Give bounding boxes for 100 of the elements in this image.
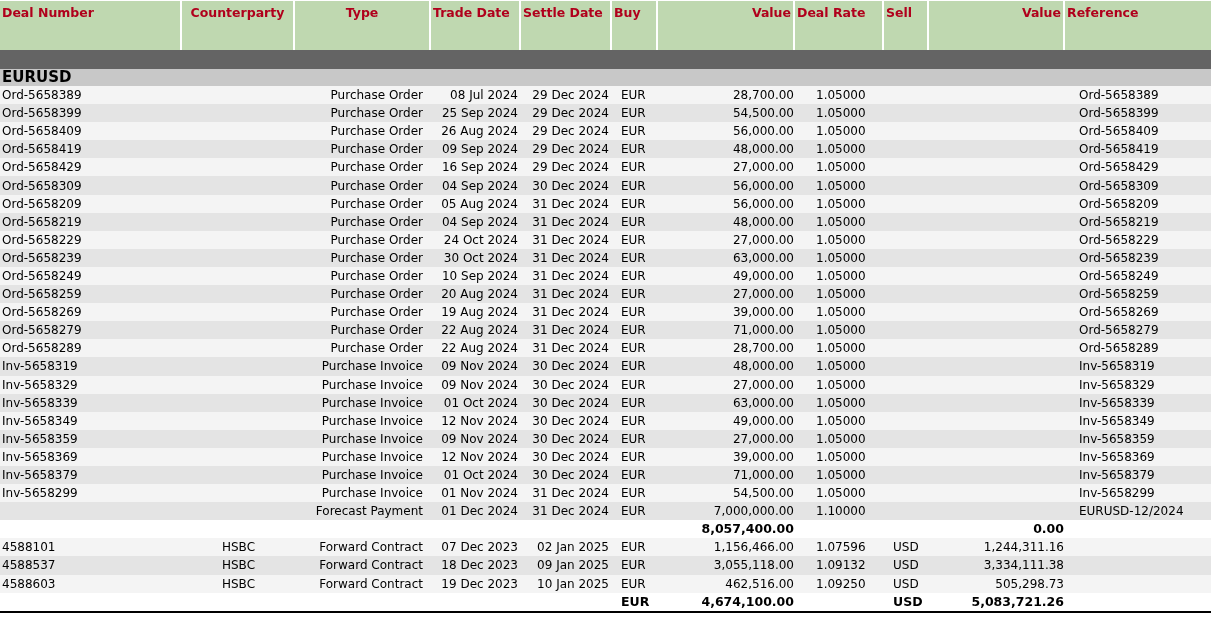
table-cell: 29 Dec 2024 bbox=[532, 160, 609, 175]
table-cell: 10 Jan 2025 bbox=[537, 576, 609, 591]
table-cell: 1.05000 bbox=[816, 323, 866, 338]
table-cell: Purchase Invoice bbox=[321, 359, 423, 374]
table-cell: 07 Dec 2023 bbox=[441, 540, 518, 555]
table-cell: Ord-5658289 bbox=[1079, 341, 1159, 356]
table-cell: Ord-5658419 bbox=[1079, 142, 1159, 157]
column-header: Counterparty bbox=[182, 0, 295, 50]
table-cell: EUR bbox=[621, 269, 646, 283]
table-cell: 3,055,118.00 bbox=[713, 558, 794, 573]
table-cell: 1.05000 bbox=[816, 287, 866, 302]
table-cell: 26 Aug 2024 bbox=[441, 124, 518, 139]
table-cell: Purchase Order bbox=[330, 214, 423, 229]
table-cell: 54,500.00 bbox=[732, 106, 794, 121]
table-cell: 39,000.00 bbox=[732, 305, 794, 320]
table-cell: 1.07596 bbox=[816, 540, 866, 555]
table-cell: Inv-5658319 bbox=[1079, 359, 1155, 374]
table-cell: 31 Dec 2024 bbox=[532, 250, 609, 265]
table-cell: Inv-5658299 bbox=[1079, 486, 1155, 501]
table-cell: 1.05000 bbox=[816, 124, 866, 139]
table-cell: Inv-5658319 bbox=[2, 359, 78, 374]
column-header: Trade Date bbox=[431, 0, 521, 50]
table-cell: EUR bbox=[621, 468, 646, 482]
table-cell: 31 Dec 2024 bbox=[532, 486, 609, 501]
table-cell: Inv-5658369 bbox=[1079, 449, 1155, 464]
table-cell: Ord-5658229 bbox=[2, 232, 82, 247]
table-cell: Purchase Order bbox=[330, 178, 423, 193]
table-cell: 31 Dec 2024 bbox=[532, 323, 609, 338]
table-cell: Purchase Invoice bbox=[321, 413, 423, 428]
table-cell: EUR bbox=[621, 196, 646, 211]
table-cell: EUR bbox=[621, 359, 646, 374]
table-cell: 22 Aug 2024 bbox=[441, 323, 518, 338]
table-cell: Ord-5658269 bbox=[1079, 305, 1159, 320]
table-cell: 1.05000 bbox=[816, 431, 866, 446]
table-cell: Purchase Order bbox=[330, 160, 423, 175]
table-cell: Inv-5658339 bbox=[2, 395, 78, 410]
table-cell: 1.05000 bbox=[816, 449, 866, 464]
table-cell: 25 Sep 2024 bbox=[441, 106, 518, 121]
table-cell: 48,000.00 bbox=[732, 214, 794, 229]
table-cell: 30 Dec 2024 bbox=[532, 449, 609, 464]
table-cell: Purchase Order bbox=[330, 88, 423, 103]
total-value: 5,083,721.26 bbox=[971, 593, 1064, 609]
table-cell: Ord-5658219 bbox=[1079, 214, 1159, 229]
table-cell: 30 Dec 2024 bbox=[532, 395, 609, 410]
column-header: Sell bbox=[884, 0, 929, 50]
table-cell: 1.05000 bbox=[816, 88, 866, 103]
table-cell: 1.05000 bbox=[816, 269, 866, 283]
table-cell: Purchase Order bbox=[330, 106, 423, 121]
table-cell: 30 Dec 2024 bbox=[532, 178, 609, 193]
table-cell: 48,000.00 bbox=[732, 142, 794, 157]
table-cell: 30 Dec 2024 bbox=[532, 413, 609, 428]
table-cell: 04 Sep 2024 bbox=[441, 178, 518, 193]
table-cell: EUR bbox=[621, 232, 646, 247]
table-cell: EUR bbox=[621, 413, 646, 428]
table-cell: 1.09250 bbox=[816, 576, 866, 591]
table-cell: EUR bbox=[621, 214, 646, 229]
table-cell: 28,700.00 bbox=[732, 88, 794, 103]
table-cell: 30 Dec 2024 bbox=[532, 359, 609, 374]
column-header: Value bbox=[658, 0, 795, 50]
table-cell: 27,000.00 bbox=[732, 287, 794, 302]
table-cell: 30 Oct 2024 bbox=[443, 250, 518, 265]
table-cell: Ord-5658229 bbox=[1079, 232, 1159, 247]
column-header: Value bbox=[929, 0, 1065, 50]
table-cell: Ord-5658239 bbox=[2, 250, 82, 265]
table-cell: 1.05000 bbox=[816, 468, 866, 482]
table-cell: Ord-5658409 bbox=[1079, 124, 1159, 139]
table-cell: EUR bbox=[621, 341, 646, 356]
table-cell: 31 Dec 2024 bbox=[532, 287, 609, 302]
table-cell: 1.05000 bbox=[816, 178, 866, 193]
table-cell: Ord-5658309 bbox=[1079, 178, 1159, 193]
table-cell: 1.05000 bbox=[816, 196, 866, 211]
table-cell: Purchase Invoice bbox=[321, 377, 423, 392]
table-cell: Ord-5658309 bbox=[2, 178, 82, 193]
table-cell: Inv-5658349 bbox=[1079, 413, 1155, 428]
table-cell: Ord-5658389 bbox=[1079, 88, 1159, 103]
total-value: EUR bbox=[621, 593, 650, 609]
table-cell: Purchase Order bbox=[330, 124, 423, 139]
table-cell: EUR bbox=[621, 431, 646, 446]
table-cell: 1.05000 bbox=[816, 486, 866, 501]
table-cell: EUR bbox=[621, 323, 646, 338]
table-cell: 7,000,000.00 bbox=[713, 504, 794, 519]
table-cell: EUR bbox=[621, 88, 646, 103]
table-cell: 02 Jan 2025 bbox=[537, 540, 609, 555]
table-cell: EUR bbox=[621, 160, 646, 175]
table-cell: Ord-5658279 bbox=[2, 323, 82, 338]
table-cell: Ord-5658239 bbox=[1079, 250, 1159, 265]
table-cell: 71,000.00 bbox=[732, 323, 794, 338]
table-cell: Ord-5658279 bbox=[1079, 323, 1159, 338]
table-cell: HSBC bbox=[221, 576, 255, 591]
table-cell: 31 Dec 2024 bbox=[532, 305, 609, 320]
table-cell: 56,000.00 bbox=[732, 178, 794, 193]
table-cell: Inv-5658359 bbox=[1079, 431, 1155, 446]
table-cell: Purchase Order bbox=[330, 305, 423, 320]
table-cell: 29 Dec 2024 bbox=[532, 88, 609, 103]
table-cell: 1.05000 bbox=[816, 377, 866, 392]
table-cell: Inv-5658349 bbox=[2, 413, 78, 428]
table-cell: Inv-5658379 bbox=[1079, 468, 1155, 482]
table-cell: 1.05000 bbox=[816, 250, 866, 265]
table-cell: 48,000.00 bbox=[732, 359, 794, 374]
total-value: 4,674,100.00 bbox=[701, 593, 794, 609]
